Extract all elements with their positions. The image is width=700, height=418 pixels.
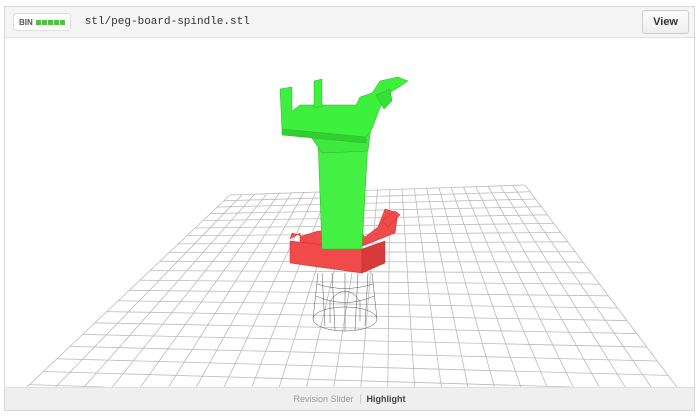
grid-line bbox=[512, 185, 652, 388]
viewer-footer: Revision Slider Highlight bbox=[5, 387, 694, 410]
bin-badge: BIN bbox=[13, 13, 71, 31]
file-path: stl/peg-board-spindle.stl bbox=[84, 16, 250, 28]
grid-line bbox=[196, 192, 305, 388]
grid-line bbox=[500, 185, 626, 388]
model-canvas[interactable] bbox=[5, 38, 694, 388]
file-header: BIN stl/peg-board-spindle.stl View bbox=[5, 7, 694, 38]
diffstat-block bbox=[47, 19, 53, 25]
bin-label: BIN bbox=[19, 17, 33, 27]
diffstat-block bbox=[41, 19, 47, 25]
grid-line bbox=[413, 188, 442, 388]
grid-line bbox=[524, 184, 678, 388]
grid-line bbox=[251, 191, 329, 388]
grid-line bbox=[223, 191, 317, 388]
view-button[interactable]: View bbox=[642, 10, 689, 34]
diffstat-block bbox=[59, 19, 65, 25]
diffstat-block bbox=[53, 19, 59, 25]
grid-line bbox=[56, 358, 669, 376]
highlight-tab[interactable]: Highlight bbox=[361, 394, 406, 404]
grid-line bbox=[140, 193, 280, 388]
grid-line bbox=[401, 189, 416, 388]
grid-line bbox=[69, 345, 658, 362]
file-viewer: BIN stl/peg-board-spindle.stl View Revis… bbox=[4, 6, 695, 411]
revision-slider-tab[interactable]: Revision Slider bbox=[293, 394, 361, 404]
removed-wireframe bbox=[312, 272, 378, 332]
diffstat-block bbox=[35, 19, 41, 25]
stl-3d-viewer[interactable] bbox=[5, 38, 694, 388]
